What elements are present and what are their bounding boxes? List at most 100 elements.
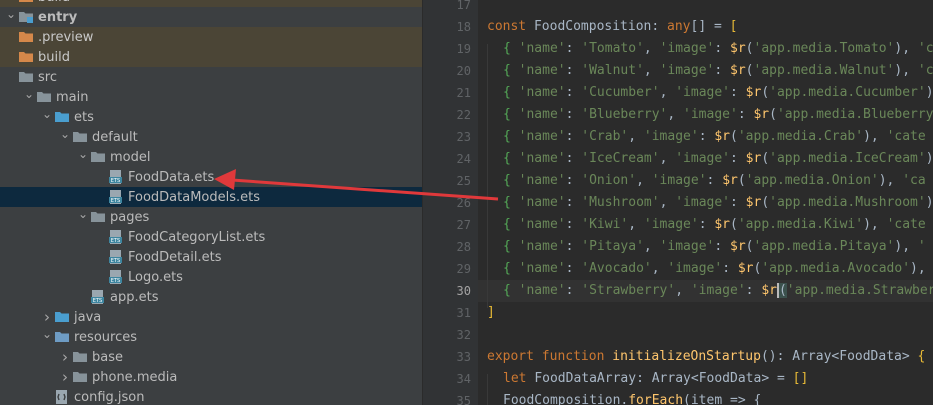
tree-item-java[interactable]: › java: [0, 307, 422, 327]
code-line[interactable]: export function initializeOnStartup(): A…: [487, 346, 925, 368]
code-line[interactable]: { 'name': 'Crab', 'image': $r('app.media…: [503, 126, 926, 148]
tree-item-phone-media[interactable]: › phone.media: [0, 367, 422, 387]
code-line[interactable]: { 'name': 'Strawberry', 'image': $r ('app…: [503, 280, 933, 302]
code-token: ),: [910, 261, 933, 276]
code-line[interactable]: { 'name': 'Tomato', 'image': $r('app.med…: [503, 38, 933, 60]
code-line[interactable]: { 'name': 'IceCream', 'image': $r('app.m…: [503, 148, 933, 170]
code-token: :: [706, 173, 723, 188]
code-token: :: [737, 107, 754, 122]
tree-item-label: build: [38, 49, 70, 65]
code-line[interactable]: { 'name': 'Kiwi', 'image': $r('app.media…: [503, 214, 926, 236]
tree-item-build[interactable]: build: [0, 0, 422, 7]
chevron-down-icon[interactable]: ⌄: [40, 107, 54, 121]
chevron-down-icon[interactable]: ⌄: [76, 207, 90, 221]
tree-item-logo-ets[interactable]: ETS Logo.ets: [0, 267, 422, 287]
code-token: 'app.media.Walnut': [753, 63, 895, 78]
code-token: 'app.media.Mushroom': [769, 195, 926, 210]
chevron-right-icon[interactable]: ›: [40, 308, 54, 326]
tree-item-ets[interactable]: ⌄ ets: [0, 107, 422, 127]
code-token: 'IceCream': [581, 151, 660, 166]
line-number: 30: [456, 284, 471, 298]
code-token: 'app.media.Kiwi': [737, 217, 864, 232]
code-token: const: [487, 19, 534, 34]
code-token: :: [714, 41, 731, 56]
code-token: ,: [643, 239, 660, 254]
code-token: ,: [643, 63, 660, 78]
tree-item-foodcategorylist-ets[interactable]: ETS FoodCategoryList.ets: [0, 227, 422, 247]
code-token: (: [761, 151, 770, 166]
tree-item-preview[interactable]: .preview: [0, 27, 422, 47]
line-number: 33: [456, 350, 471, 364]
chevron-down-icon[interactable]: ⌄: [76, 147, 90, 161]
tree-item-config-json[interactable]: config.json: [0, 387, 422, 405]
chevron-down-icon[interactable]: ⌄: [58, 127, 72, 141]
code-token: {: [503, 283, 519, 298]
code-token: 'Cucumber': [581, 85, 660, 100]
tree-item-build[interactable]: build: [0, 47, 422, 67]
code-line[interactable]: { 'name': 'Blueberry', 'image': $r('app.…: [503, 104, 933, 126]
code-token: $r: [745, 195, 762, 210]
line-number: 17: [456, 0, 471, 12]
svg-text:ETS: ETS: [111, 278, 120, 284]
tree-item-main[interactable]: ⌄ main: [0, 87, 422, 107]
tree-item-base[interactable]: › base: [0, 347, 422, 367]
code-token: 'image': [675, 85, 731, 100]
code-token: :: [565, 283, 582, 298]
code-editor[interactable]: const FoodComposition: any[] = [{ 'name'…: [478, 0, 933, 405]
code-token: ,: [659, 151, 676, 166]
code-token: 'Crab': [581, 129, 629, 144]
code-token: ),: [894, 239, 918, 254]
code-line[interactable]: { 'name': 'Walnut', 'image': $r('app.med…: [503, 60, 933, 82]
code-line[interactable]: { 'name': 'Avocado', 'image': $r('app.me…: [503, 258, 933, 280]
code-token: {: [503, 41, 519, 56]
ets-file-icon: ETS: [108, 229, 124, 245]
tree-item-resources[interactable]: ⌄ resources: [0, 327, 422, 347]
chevron-right-icon[interactable]: ›: [58, 368, 72, 386]
code-token: 'name': [518, 217, 566, 232]
code-line[interactable]: { 'name': 'Onion', 'image': $r('app.medi…: [503, 170, 926, 192]
tree-item-fooddatamodels-ets[interactable]: ETS FoodDataModels.ets: [0, 187, 422, 207]
chevron-down-icon[interactable]: ⌄: [40, 327, 54, 341]
folder-icon: [18, 69, 34, 85]
tree-item-pages[interactable]: ⌄ pages: [0, 207, 422, 227]
tree-item-entry[interactable]: ⌄ entry: [0, 7, 422, 27]
tree-item-fooddetail-ets[interactable]: ETS FoodDetail.ets: [0, 247, 422, 267]
code-token: 'cat: [917, 41, 933, 56]
code-line[interactable]: { 'name': 'Cucumber', 'image': $r('app.m…: [503, 82, 933, 104]
code-token: 'image': [667, 261, 723, 276]
code-token: 'name': [518, 283, 566, 298]
chevron-right-icon[interactable]: ›: [58, 348, 72, 366]
code-token: any: [667, 19, 691, 34]
code-token: 'name': [518, 85, 566, 100]
code-line[interactable]: FoodComposition.forEach(item => {: [503, 390, 761, 405]
code-token: ,: [636, 173, 652, 188]
tree-item-src[interactable]: src: [0, 67, 422, 87]
code-line[interactable]: const FoodComposition: any[] = [: [487, 16, 737, 38]
tree-item-label: default: [92, 129, 138, 145]
tree-item-label: entry: [38, 9, 78, 25]
code-token: (: [769, 107, 777, 122]
code-line[interactable]: { 'name': 'Mushroom', 'image': $r('app.m…: [503, 192, 933, 214]
folder-icon: [90, 209, 106, 225]
chevron-down-icon[interactable]: ⌄: [22, 87, 36, 101]
tree-item-default[interactable]: ⌄ default: [0, 127, 422, 147]
code-token: $r: [737, 261, 754, 276]
code-line[interactable]: { 'name': 'Pitaya', 'image': $r('app.med…: [503, 236, 926, 258]
tree-item-label: base: [92, 349, 123, 365]
tree-item-app-ets[interactable]: ETS app.ets: [0, 287, 422, 307]
chevron-down-icon[interactable]: ⌄: [4, 7, 18, 21]
code-token: export: [487, 349, 542, 364]
code-line[interactable]: let FoodDataArray: Array<FoodData> = []: [503, 368, 808, 390]
code-token: :: [714, 63, 731, 78]
tree-item-model[interactable]: ⌄ model: [0, 147, 422, 167]
tree-item-fooddata-ets[interactable]: ETS FoodData.ets: [0, 167, 422, 187]
code-token: 'Pitaya': [581, 239, 644, 254]
tree-item-label: build: [38, 0, 70, 5]
code-token: > =: [761, 371, 793, 386]
code-line[interactable]: ]: [487, 302, 495, 324]
code-token: 'image': [683, 107, 738, 122]
code-token: (: [745, 41, 754, 56]
code-token: :: [745, 283, 762, 298]
code-token: :: [565, 261, 582, 276]
line-number: 22: [456, 108, 471, 122]
